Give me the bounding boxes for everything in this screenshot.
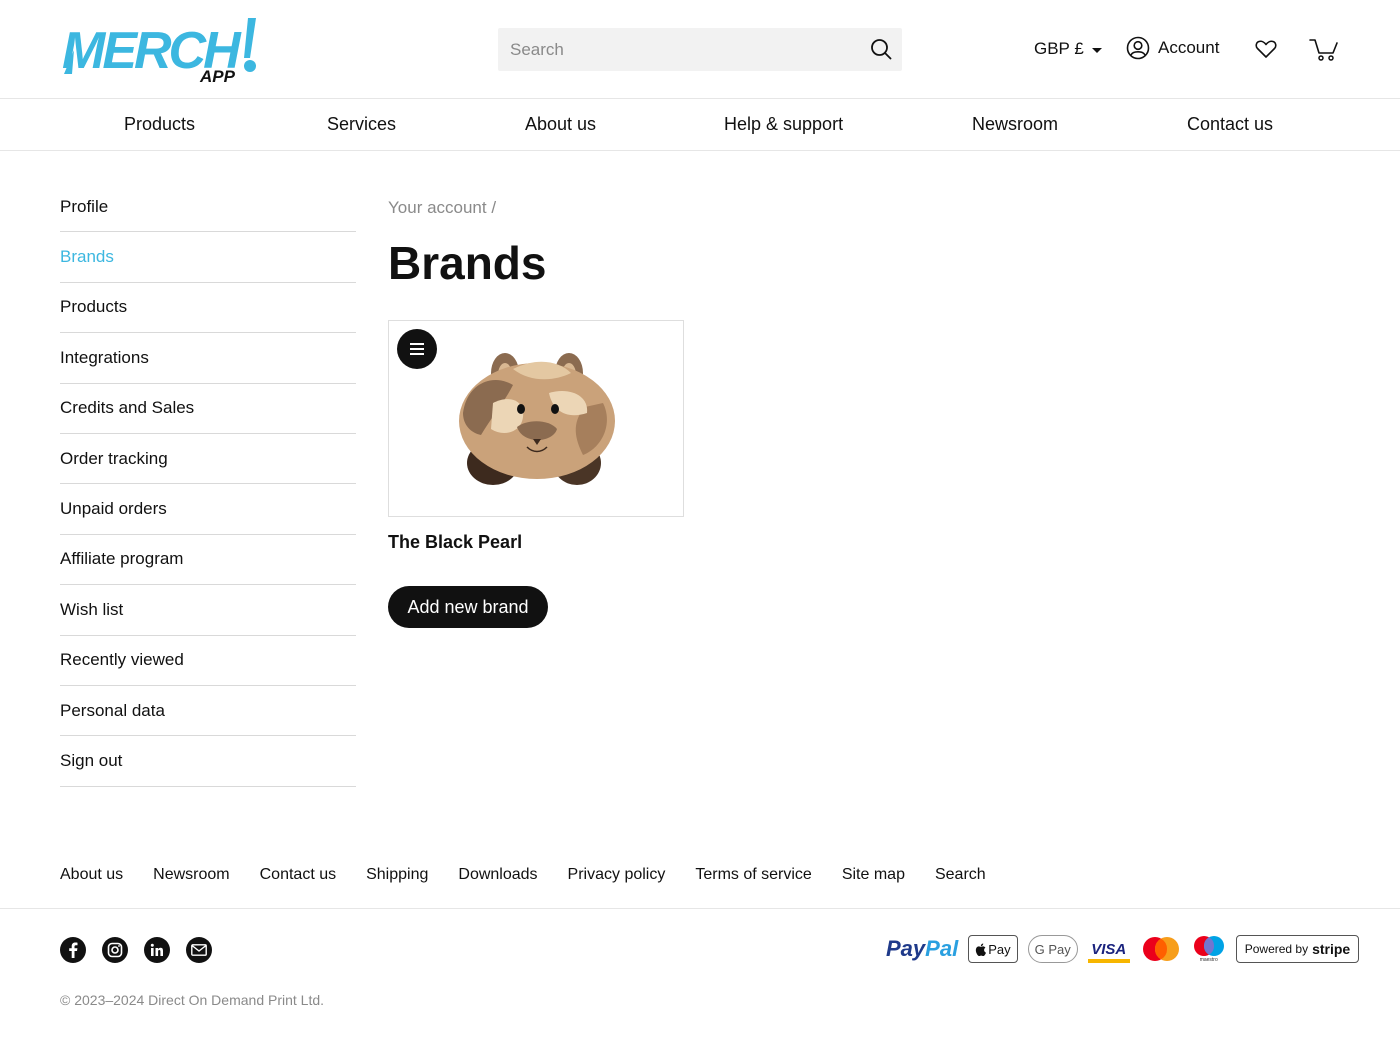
hamburger-menu-icon bbox=[410, 343, 424, 355]
maestro-badge: maestro bbox=[1192, 935, 1226, 963]
sidebar-item-wish-list[interactable]: Wish list bbox=[60, 585, 356, 636]
page-title: Brands bbox=[388, 237, 547, 289]
breadcrumb[interactable]: Your account / bbox=[388, 198, 496, 218]
brand-card[interactable] bbox=[388, 320, 684, 517]
footer-links: About us Newsroom Contact us Shipping Do… bbox=[60, 866, 986, 884]
currency-label: GBP £ bbox=[1034, 39, 1084, 58]
footer-link-about-us[interactable]: About us bbox=[60, 866, 123, 884]
add-new-brand-button[interactable]: Add new brand bbox=[388, 586, 548, 628]
stripe-prefix: Powered by bbox=[1244, 942, 1309, 956]
google-pay-label: G Pay bbox=[1034, 941, 1071, 957]
footer-link-site-map[interactable]: Site map bbox=[842, 866, 905, 884]
merch-app-logo[interactable]: MERCH APP bbox=[60, 16, 260, 84]
nav-item-products[interactable]: Products bbox=[124, 114, 195, 135]
visa-logo: VISA bbox=[1087, 935, 1130, 963]
site-header: MERCH APP Search GBP £ Account bbox=[0, 0, 1400, 99]
sidebar-item-integrations[interactable]: Integrations bbox=[60, 333, 356, 384]
apple-icon bbox=[976, 943, 987, 956]
footer-link-newsroom[interactable]: Newsroom bbox=[153, 866, 229, 884]
social-links bbox=[60, 937, 212, 963]
powered-by-stripe-badge: Powered by stripe bbox=[1235, 935, 1360, 963]
sidebar-item-personal-data[interactable]: Personal data bbox=[60, 686, 356, 737]
nav-item-contact-us[interactable]: Contact us bbox=[1187, 114, 1273, 135]
facebook-icon[interactable] bbox=[60, 937, 86, 963]
footer-link-terms-of-service[interactable]: Terms of service bbox=[695, 866, 811, 884]
sidebar-item-profile[interactable]: Profile bbox=[60, 182, 356, 233]
sidebar-item-credits-and-sales[interactable]: Credits and Sales bbox=[60, 384, 356, 434]
footer-link-privacy-policy[interactable]: Privacy policy bbox=[568, 866, 666, 884]
payment-methods: PayPal Pay G Pay VISA maestro Powered by… bbox=[886, 935, 1360, 963]
footer-link-contact-us[interactable]: Contact us bbox=[260, 866, 336, 884]
footer-link-downloads[interactable]: Downloads bbox=[458, 866, 537, 884]
account-label: Account bbox=[1158, 38, 1220, 57]
sidebar-item-affiliate-program[interactable]: Affiliate program bbox=[60, 535, 356, 586]
instagram-icon[interactable] bbox=[102, 937, 128, 963]
nav-item-newsroom[interactable]: Newsroom bbox=[972, 114, 1058, 135]
sidebar-item-sign-out[interactable]: Sign out bbox=[60, 736, 356, 787]
paypal-logo: PayPal bbox=[886, 936, 958, 962]
sidebar-item-recently-viewed[interactable]: Recently viewed bbox=[60, 636, 356, 686]
brand-menu-button[interactable] bbox=[397, 329, 437, 369]
nav-item-about-us[interactable]: About us bbox=[525, 114, 596, 135]
heart-icon[interactable] bbox=[1254, 37, 1278, 61]
chevron-down-icon bbox=[1091, 47, 1102, 53]
sidebar-item-products[interactable]: Products bbox=[60, 283, 356, 334]
stripe-logo: stripe bbox=[1312, 941, 1351, 957]
currency-selector[interactable]: GBP £ bbox=[1034, 39, 1102, 59]
nav-item-services[interactable]: Services bbox=[327, 114, 396, 135]
paypal-logo-part-2: Pal bbox=[925, 936, 959, 961]
copyright-text: © 2023–2024 Direct On Demand Print Ltd. bbox=[60, 992, 325, 1008]
linkedin-icon[interactable] bbox=[144, 937, 170, 963]
svg-text:APP: APP bbox=[199, 67, 236, 84]
main-nav: Products Services About us Help & suppor… bbox=[0, 99, 1400, 151]
maestro-logo bbox=[1193, 936, 1224, 956]
sidebar-item-brands[interactable]: Brands bbox=[60, 232, 356, 283]
sidebar-item-unpaid-orders[interactable]: Unpaid orders bbox=[60, 484, 356, 535]
account-sidebar: Profile Brands Products Integrations Cre… bbox=[60, 182, 356, 787]
maestro-label: maestro bbox=[1199, 957, 1218, 963]
footer-divider bbox=[0, 908, 1400, 909]
footer-link-shipping[interactable]: Shipping bbox=[366, 866, 428, 884]
search-input[interactable]: Search bbox=[510, 40, 564, 60]
nav-item-help-support[interactable]: Help & support bbox=[724, 114, 843, 135]
cart-icon[interactable] bbox=[1309, 36, 1339, 62]
paypal-logo-part-1: Pay bbox=[886, 936, 926, 961]
brand-logo-image bbox=[459, 353, 615, 485]
email-icon[interactable] bbox=[186, 937, 212, 963]
search-bar[interactable]: Search bbox=[498, 28, 902, 71]
apple-pay-label: Pay bbox=[988, 941, 1011, 957]
google-pay-badge: G Pay bbox=[1027, 935, 1078, 963]
account-link[interactable]: Account bbox=[1126, 36, 1219, 60]
footer-link-search[interactable]: Search bbox=[935, 866, 986, 884]
apple-pay-badge: Pay bbox=[968, 935, 1018, 963]
user-icon bbox=[1126, 36, 1150, 60]
sidebar-item-order-tracking[interactable]: Order tracking bbox=[60, 434, 356, 485]
mastercard-logo bbox=[1142, 937, 1179, 961]
brand-name[interactable]: The Black Pearl bbox=[388, 532, 522, 553]
search-icon[interactable] bbox=[870, 38, 892, 60]
